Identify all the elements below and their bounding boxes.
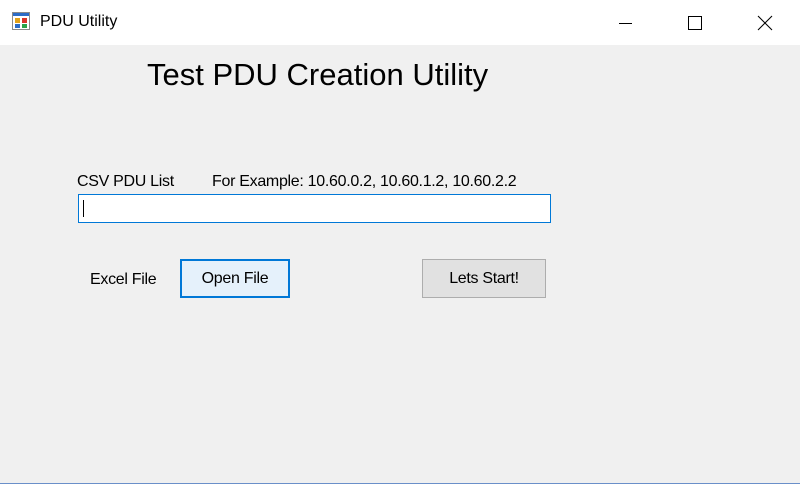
maximize-icon: [688, 15, 702, 30]
windows-form-icon: [12, 12, 30, 30]
csv-pdu-list-label: CSV PDU List: [77, 173, 174, 190]
close-icon: [757, 15, 773, 30]
minimize-icon: [619, 22, 632, 24]
open-file-button[interactable]: Open File: [180, 259, 290, 298]
text-caret: [83, 200, 84, 217]
title-bar[interactable]: PDU Utility: [0, 0, 800, 45]
csv-pdu-list-input[interactable]: [78, 194, 551, 223]
window-title: PDU Utility: [40, 13, 118, 30]
minimize-button[interactable]: [590, 0, 660, 45]
maximize-button[interactable]: [660, 0, 730, 45]
example-hint-label: For Example: 10.60.0.2, 10.60.1.2, 10.60…: [212, 173, 517, 190]
lets-start-button[interactable]: Lets Start!: [422, 259, 546, 298]
app-window: PDU Utility Test PDU Creation Utility CS…: [0, 0, 800, 484]
page-title: Test PDU Creation Utility: [147, 57, 489, 92]
excel-file-label: Excel File: [90, 271, 157, 288]
close-button[interactable]: [730, 0, 800, 45]
